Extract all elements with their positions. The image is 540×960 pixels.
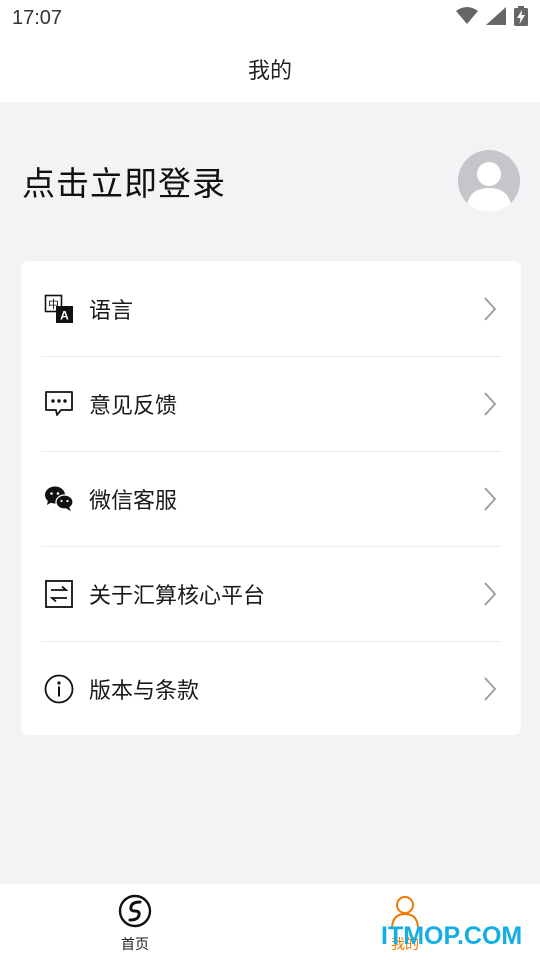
home-logo-icon — [118, 894, 152, 932]
default-avatar-icon — [458, 150, 520, 212]
login-prompt[interactable]: 点击立即登录 — [22, 157, 226, 205]
tab-label: 首页 — [121, 937, 149, 953]
chevron-right-icon — [483, 295, 499, 323]
menu-item-about[interactable]: 关于汇算核心平台 — [21, 546, 521, 641]
status-time: 17:07 — [12, 6, 63, 29]
watermark-text: ITMOP.COM — [381, 922, 523, 950]
cell-signal-icon — [486, 7, 506, 29]
menu-item-label: 意见反馈 — [89, 393, 178, 419]
feedback-icon — [43, 388, 75, 420]
about-icon — [43, 578, 75, 610]
tab-home[interactable]: 首页 — [0, 884, 270, 960]
menu-item-label: 关于汇算核心平台 — [89, 583, 266, 609]
avatar[interactable] — [458, 150, 520, 212]
status-bar: 17:07 — [0, 0, 540, 36]
wechat-icon — [43, 483, 75, 515]
wifi-icon — [456, 7, 478, 29]
menu-item-label: 微信客服 — [89, 488, 178, 514]
battery-charging-icon — [514, 6, 528, 30]
profile-section[interactable]: 点击立即登录 — [0, 102, 540, 260]
settings-menu: 中 A 语言 意见反馈 微信客服 关于汇算核心平台 版本与条款 — [21, 261, 521, 735]
menu-item-label: 版本与条款 — [89, 678, 200, 704]
page-title: 我的 — [247, 59, 292, 84]
chevron-right-icon — [483, 390, 499, 418]
menu-item-language[interactable]: 中 A 语言 — [21, 261, 521, 356]
menu-item-feedback[interactable]: 意见反馈 — [21, 356, 521, 451]
status-icons — [456, 6, 528, 30]
menu-item-wechat-service[interactable]: 微信客服 — [21, 451, 521, 546]
menu-item-version-terms[interactable]: 版本与条款 — [21, 641, 521, 736]
chevron-right-icon — [483, 580, 499, 608]
menu-item-label: 语言 — [89, 298, 134, 324]
chevron-right-icon — [483, 485, 499, 513]
language-icon: 中 A — [43, 293, 75, 325]
info-icon — [43, 673, 75, 705]
svg-text:A: A — [60, 308, 69, 322]
app-header: 我的 — [0, 36, 540, 102]
chevron-right-icon — [483, 675, 499, 703]
